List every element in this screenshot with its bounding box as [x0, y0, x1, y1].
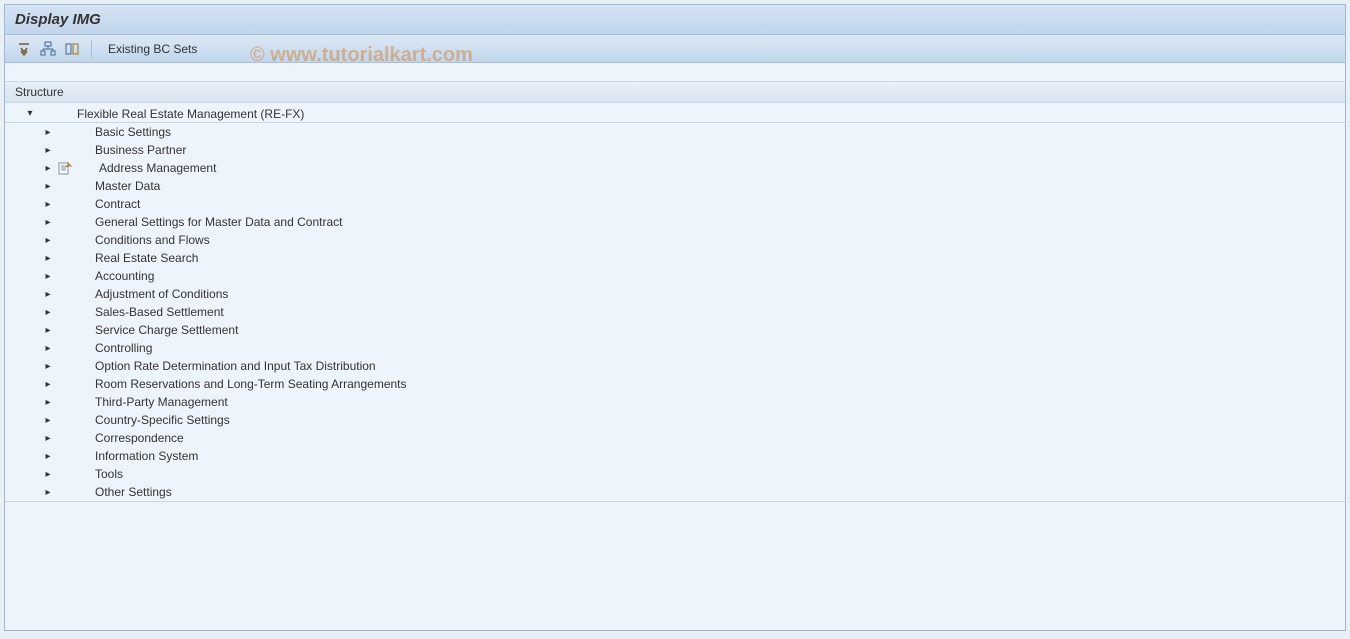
tree-node[interactable]: ▸ Option Rate Determination and Input Tax…	[5, 357, 1345, 375]
expand-icon[interactable]: ▸	[43, 487, 53, 498]
toolbar: Existing BC Sets	[5, 35, 1345, 63]
tree-node-label[interactable]: Sales-Based Settlement	[95, 305, 224, 319]
expand-icon[interactable]: ▸	[43, 343, 53, 354]
tree-node[interactable]: ▸ Information System	[5, 447, 1345, 465]
tree-node[interactable]: ▸ Correspondence	[5, 429, 1345, 447]
tree-node-label[interactable]: Other Settings	[95, 485, 172, 499]
tree-node-label[interactable]: Controlling	[95, 341, 152, 355]
tree-node[interactable]: ▸ Other Settings	[5, 483, 1345, 501]
tree-node-label[interactable]: Correspondence	[95, 431, 184, 445]
tree-node-label[interactable]: Accounting	[95, 269, 154, 283]
tree-node-label[interactable]: Country-Specific Settings	[95, 413, 230, 427]
structure-header: Structure	[5, 81, 1345, 103]
tree-node[interactable]: ▸ Third-Party Management	[5, 393, 1345, 411]
tree-root[interactable]: ▾ Flexible Real Estate Management (RE-FX…	[5, 105, 1345, 123]
expand-icon[interactable]: ▸	[43, 217, 53, 228]
tree-root-label[interactable]: Flexible Real Estate Management (RE-FX)	[77, 107, 304, 121]
tree-node[interactable]: ▸ Conditions and Flows	[5, 231, 1345, 249]
expand-icon[interactable]: ▸	[43, 289, 53, 300]
existing-bc-sets-button[interactable]: Existing BC Sets	[102, 40, 203, 58]
tree-node-label[interactable]: Information System	[95, 449, 198, 463]
toolbar-divider	[91, 40, 92, 58]
expand-all-icon[interactable]	[15, 40, 33, 58]
page-title: Display IMG	[15, 11, 101, 28]
expand-icon[interactable]: ▸	[43, 325, 53, 336]
tree-node-label[interactable]: Business Partner	[95, 143, 186, 157]
img-activity-icon[interactable]	[57, 160, 73, 176]
tree-node-label[interactable]: Third-Party Management	[95, 395, 228, 409]
tree-node-label[interactable]: Adjustment of Conditions	[95, 287, 228, 301]
tree-node-label[interactable]: Room Reservations and Long-Term Seating …	[95, 377, 407, 391]
tree-node-label[interactable]: Conditions and Flows	[95, 233, 210, 247]
tree-node[interactable]: ▸ Master Data	[5, 177, 1345, 195]
expand-icon[interactable]: ▸	[43, 469, 53, 480]
expand-icon[interactable]: ▸	[43, 379, 53, 390]
expand-icon[interactable]: ▸	[43, 415, 53, 426]
expand-icon[interactable]: ▸	[43, 307, 53, 318]
tree-node[interactable]: ▸ Business Partner	[5, 141, 1345, 159]
expand-icon[interactable]: ▸	[43, 397, 53, 408]
tree-container: ▾ Flexible Real Estate Management (RE-FX…	[5, 103, 1345, 504]
tree-node-label[interactable]: Real Estate Search	[95, 251, 198, 265]
tree-node[interactable]: ▸ General Settings for Master Data and Co…	[5, 213, 1345, 231]
expand-icon[interactable]: ▸	[43, 361, 53, 372]
tree-node[interactable]: ▸ Room Reservations and Long-Term Seating…	[5, 375, 1345, 393]
tree-node[interactable]: ▸ Accounting	[5, 267, 1345, 285]
tree-node-label[interactable]: Option Rate Determination and Input Tax …	[95, 359, 376, 373]
title-bar: Display IMG	[5, 5, 1345, 35]
where-used-icon[interactable]	[39, 40, 57, 58]
tree-bottom-border	[5, 501, 1345, 502]
tree-node-label[interactable]: General Settings for Master Data and Con…	[95, 215, 342, 229]
expand-icon[interactable]: ▸	[43, 127, 53, 138]
tree-node[interactable]: ▸ Country-Specific Settings	[5, 411, 1345, 429]
expand-icon[interactable]: ▸	[43, 163, 53, 174]
structure-header-label: Structure	[15, 85, 64, 99]
expand-icon[interactable]: ▸	[43, 271, 53, 282]
tree-node[interactable]: ▸ Address Management	[5, 159, 1345, 177]
tree-node-label[interactable]: Tools	[95, 467, 123, 481]
expand-icon[interactable]: ▸	[43, 199, 53, 210]
tree-node[interactable]: ▸ Basic Settings	[5, 123, 1345, 141]
tree-node[interactable]: ▸ Service Charge Settlement	[5, 321, 1345, 339]
expand-icon[interactable]: ▸	[43, 451, 53, 462]
tree-node-label[interactable]: Service Charge Settlement	[95, 323, 238, 337]
expand-icon[interactable]: ▸	[43, 181, 53, 192]
tree-node[interactable]: ▸ Controlling	[5, 339, 1345, 357]
tree-node[interactable]: ▸ Adjustment of Conditions	[5, 285, 1345, 303]
tree-node-label[interactable]: Address Management	[99, 161, 216, 175]
expand-icon[interactable]: ▸	[43, 433, 53, 444]
tree-node-label[interactable]: Basic Settings	[95, 125, 171, 139]
expand-icon[interactable]: ▸	[43, 235, 53, 246]
collapse-icon[interactable]: ▾	[25, 108, 35, 119]
expand-icon[interactable]: ▸	[43, 145, 53, 156]
tree-node-label[interactable]: Contract	[95, 197, 140, 211]
expand-icon[interactable]: ▸	[43, 253, 53, 264]
tree-node[interactable]: ▸ Real Estate Search	[5, 249, 1345, 267]
tree-node[interactable]: ▸ Sales-Based Settlement	[5, 303, 1345, 321]
window: Display IMG	[4, 4, 1346, 631]
tree-node[interactable]: ▸ Contract	[5, 195, 1345, 213]
tree-node[interactable]: ▸ Tools	[5, 465, 1345, 483]
tree-node-label[interactable]: Master Data	[95, 179, 160, 193]
change-log-icon[interactable]	[63, 40, 81, 58]
